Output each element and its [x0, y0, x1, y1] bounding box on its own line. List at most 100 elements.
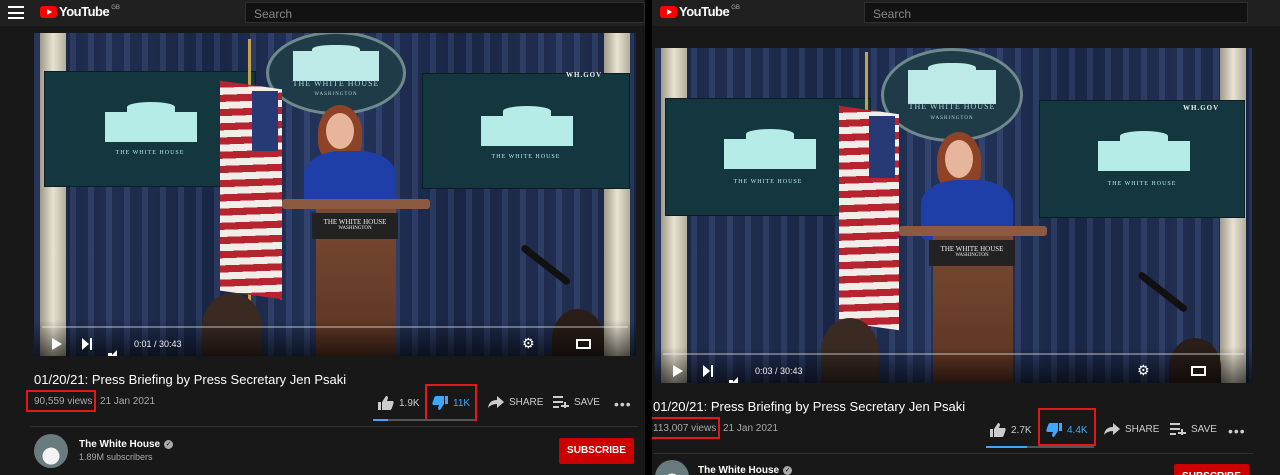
channel-avatar[interactable]	[655, 460, 689, 475]
channel-name-text: The White House	[698, 465, 780, 475]
white-house-seal: THE WHITE HOUSE WASHINGTON	[881, 48, 1023, 142]
player-controls: 0:01 / 30:43 ⚙	[34, 320, 636, 356]
like-ratio-fill	[986, 446, 1028, 448]
youtube-logo[interactable]: YouTube GB	[660, 4, 740, 19]
video-player[interactable]: THE WHITE HOUSE WASHINGTON THE WHITE HOU…	[655, 48, 1252, 383]
podium-sign: THE WHITE HOUSE WASHINGTON	[312, 213, 398, 239]
volume-icon[interactable]	[108, 350, 120, 356]
like-button[interactable]: 2.7K	[990, 423, 1032, 437]
save-label: SAVE	[1191, 423, 1217, 435]
video-frame[interactable]: THE WHITE HOUSE WASHINGTON THE WHITE HOU…	[655, 48, 1252, 383]
theater-mode-icon[interactable]	[1191, 366, 1206, 376]
share-label: SHARE	[1125, 423, 1160, 435]
podium-subtitle: WASHINGTON	[955, 253, 989, 258]
play-icon[interactable]	[673, 365, 683, 377]
like-button[interactable]: 1.9K	[378, 396, 420, 410]
screen-label: THE WHITE HOUSE	[491, 154, 561, 160]
next-icon[interactable]	[703, 365, 713, 377]
right-youtube-page: YouTube GB Search THE WHITE HOUSE WASHIN…	[652, 0, 1280, 475]
theater-mode-icon[interactable]	[576, 339, 591, 349]
save-label: SAVE	[574, 396, 600, 408]
like-count: 1.9K	[399, 397, 420, 409]
divider-line	[653, 453, 1253, 454]
podium-sign: THE WHITE HOUSE WASHINGTON	[929, 240, 1015, 266]
upload-date: 21 Jan 2021	[723, 423, 779, 434]
subscribe-button[interactable]: SUBSCRIBE	[559, 438, 634, 464]
speaker-head	[945, 140, 973, 178]
search-input[interactable]: Search	[245, 2, 645, 23]
thumbs-up-icon	[378, 396, 394, 410]
podium-subtitle: WASHINGTON	[338, 226, 372, 231]
share-arrow-icon	[488, 396, 504, 408]
sentiment-bar	[986, 446, 1094, 448]
seal-title: THE WHITE HOUSE	[908, 102, 996, 112]
video-title: 01/20/21: Press Briefing by Press Secret…	[653, 399, 966, 414]
share-button[interactable]: SHARE	[488, 396, 543, 408]
next-icon[interactable]	[82, 338, 92, 350]
wh-gov-watermark: WH.GOV	[566, 71, 603, 79]
verified-check-icon: ✓	[164, 440, 174, 449]
top-bar: YouTube GB Search	[0, 0, 645, 26]
left-youtube-page: YouTube GB Search THE WHITE HOUSE WASHIN…	[0, 0, 645, 475]
play-icon[interactable]	[52, 338, 62, 350]
right-display-screen: THE WHITE HOUSE	[422, 73, 630, 189]
more-options-icon[interactable]: •••	[614, 396, 632, 412]
highlight-box-dislikes	[1038, 408, 1096, 446]
subscriber-count: 1.89M subscribers	[79, 452, 153, 462]
wh-gov-watermark: WH.GOV	[1183, 104, 1220, 112]
white-house-seal: THE WHITE HOUSE WASHINGTON	[266, 33, 406, 115]
thumbs-up-icon	[990, 423, 1006, 437]
seal-subtitle: WASHINGTON	[314, 91, 358, 97]
share-arrow-icon	[1104, 423, 1120, 435]
channel-name[interactable]: The White House ✓	[698, 465, 793, 475]
channel-name-text: The White House	[79, 439, 161, 450]
highlight-box-views	[26, 390, 96, 412]
youtube-logo-icon	[40, 5, 57, 18]
youtube-logo-icon	[660, 5, 677, 18]
share-label: SHARE	[509, 396, 544, 408]
like-count: 2.7K	[1011, 424, 1032, 436]
highlight-box-views	[652, 417, 720, 439]
menu-icon[interactable]	[8, 6, 24, 19]
save-button[interactable]: SAVE	[553, 396, 600, 408]
channel-avatar[interactable]	[34, 434, 68, 468]
volume-icon[interactable]	[729, 377, 741, 383]
panel-divider	[645, 0, 652, 475]
like-ratio-fill	[373, 419, 388, 421]
player-controls: 0:03 / 30:43 ⚙	[655, 347, 1252, 383]
search-input[interactable]: Search	[864, 2, 1248, 23]
seal-title: THE WHITE HOUSE	[292, 79, 380, 89]
podium-title: THE WHITE HOUSE	[323, 218, 387, 226]
settings-gear-icon[interactable]: ⚙	[522, 336, 535, 350]
seal-subtitle: WASHINGTON	[930, 116, 974, 122]
progress-bar[interactable]	[42, 326, 628, 328]
logo-region: GB	[731, 5, 740, 11]
video-player[interactable]: THE WHITE HOUSE WASHINGTON THE WHITE HOU…	[34, 33, 636, 356]
time-display: 0:01 / 30:43	[134, 339, 182, 349]
sentiment-bar	[373, 419, 473, 421]
save-button[interactable]: SAVE	[1170, 423, 1217, 435]
podium-title: THE WHITE HOUSE	[940, 245, 1004, 253]
top-bar: YouTube GB Search	[652, 0, 1280, 26]
youtube-logo[interactable]: YouTube GB	[40, 4, 120, 19]
upload-date: 21 Jan 2021	[100, 396, 156, 407]
divider-line	[30, 426, 638, 427]
highlight-box-dislikes	[425, 384, 477, 421]
share-button[interactable]: SHARE	[1104, 423, 1159, 435]
progress-bar[interactable]	[663, 353, 1244, 355]
subscribe-button[interactable]: SUBSCRIBE	[1174, 464, 1249, 475]
channel-name[interactable]: The White House ✓	[79, 439, 174, 450]
save-playlist-icon	[553, 396, 569, 408]
right-display-screen: THE WHITE HOUSE	[1039, 100, 1245, 218]
logo-region: GB	[111, 5, 120, 11]
speaker-head	[326, 113, 354, 149]
verified-check-icon: ✓	[783, 466, 793, 475]
video-title: 01/20/21: Press Briefing by Press Secret…	[34, 372, 347, 387]
logo-wordmark: YouTube	[59, 4, 110, 19]
more-options-icon[interactable]: •••	[1228, 423, 1246, 439]
video-frame[interactable]: THE WHITE HOUSE WASHINGTON THE WHITE HOU…	[34, 33, 636, 356]
settings-gear-icon[interactable]: ⚙	[1137, 363, 1150, 377]
logo-wordmark: YouTube	[679, 4, 730, 19]
screen-label: THE WHITE HOUSE	[1107, 181, 1177, 187]
time-display: 0:03 / 30:43	[755, 366, 803, 376]
